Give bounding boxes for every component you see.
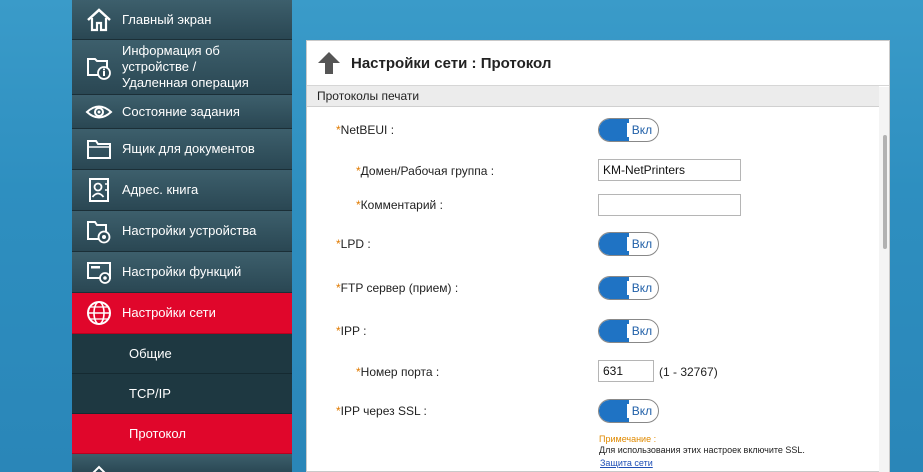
port-input[interactable]	[598, 360, 654, 382]
printer-settings-icon	[82, 259, 116, 285]
sidebar-item-document-box[interactable]: Ящик для документов	[72, 129, 292, 170]
folder-gear-icon	[82, 218, 116, 244]
sidebar-item-job-status[interactable]: Состояние задания	[72, 95, 292, 129]
sidebar-item-home[interactable]: Главный экран	[72, 0, 292, 40]
back-arrow-icon[interactable]	[315, 49, 343, 77]
toggle-state-label: Вкл	[627, 123, 657, 137]
domain-label: *Домен/Рабочая группа :	[356, 164, 495, 178]
sidebar-subitem-tcpip[interactable]: TCP/IP	[72, 374, 292, 414]
note-text: Для использования этих настроек включите…	[599, 445, 805, 455]
ipp-ssl-toggle[interactable]: Вкл	[598, 399, 659, 423]
sidebar-item-device-info[interactable]: Информация об устройстве / Удаленная опе…	[72, 40, 292, 95]
sidebar: Главный экран Информация об устройстве /…	[72, 0, 292, 472]
sidebar-subitem-general[interactable]: Общие	[72, 334, 292, 374]
netbeui-label: *NetBEUI :	[336, 123, 395, 137]
sidebar-item-label: Адрес. книга	[122, 182, 199, 197]
scrollbar[interactable]	[879, 87, 889, 472]
section-header: Протоколы печати	[307, 86, 879, 107]
sidebar-subitem-label: Протокол	[129, 426, 186, 441]
sidebar-item-security[interactable]	[72, 454, 292, 472]
netbeui-toggle[interactable]: Вкл	[598, 118, 659, 142]
sidebar-subitem-label: Общие	[129, 346, 172, 361]
sidebar-item-label: Настройки сети	[122, 305, 216, 320]
sidebar-item-label: Главный экран	[122, 11, 212, 27]
lpd-label: *LPD :	[336, 237, 371, 251]
port-label: *Номер порта :	[356, 365, 440, 379]
ftp-toggle[interactable]: Вкл	[598, 276, 659, 300]
network-security-link[interactable]: Защита сети	[600, 458, 653, 468]
sidebar-subitem-protocol[interactable]: Протокол	[72, 414, 292, 454]
sidebar-subitem-label: TCP/IP	[129, 386, 171, 401]
main-panel: Настройки сети : Протокол Протоколы печа…	[306, 40, 890, 472]
sidebar-item-label: Информация об устройстве / Удаленная опе…	[122, 43, 249, 90]
sidebar-item-device-settings[interactable]: Настройки устройства	[72, 211, 292, 252]
sidebar-item-address-book[interactable]: Адрес. книга	[72, 170, 292, 211]
folder-icon	[82, 136, 116, 162]
toggle-state-label: Вкл	[627, 404, 657, 418]
sidebar-item-label: Настройки устройства	[122, 223, 257, 238]
toggle-state-label: Вкл	[627, 324, 657, 338]
sidebar-item-network-settings[interactable]: Настройки сети	[72, 293, 292, 334]
ftp-label: *FTP сервер (прием) :	[336, 281, 459, 295]
shield-icon	[82, 458, 116, 472]
ipp-ssl-label: *IPP через SSL :	[336, 404, 427, 418]
globe-icon	[82, 300, 116, 326]
toggle-state-label: Вкл	[627, 281, 657, 295]
toggle-state-label: Вкл	[627, 237, 657, 251]
note-title: Примечание :	[599, 434, 657, 444]
sidebar-item-label: Ящик для документов	[122, 141, 255, 156]
sidebar-item-label: Состояние задания	[122, 103, 240, 119]
device-info-icon	[82, 54, 116, 80]
ipp-toggle[interactable]: Вкл	[598, 319, 659, 343]
home-icon	[82, 7, 116, 33]
address-book-icon	[82, 177, 116, 203]
port-range: (1 - 32767)	[659, 365, 718, 379]
ipp-label: *IPP :	[336, 324, 367, 338]
domain-input[interactable]	[598, 159, 741, 181]
comment-input[interactable]	[598, 194, 741, 216]
sidebar-item-label: Настройки функций	[122, 264, 242, 279]
lpd-toggle[interactable]: Вкл	[598, 232, 659, 256]
page-title: Настройки сети : Протокол	[351, 54, 552, 72]
sidebar-item-function-settings[interactable]: Настройки функций	[72, 252, 292, 293]
comment-label: *Комментарий :	[356, 198, 443, 212]
panel-header: Настройки сети : Протокол	[307, 41, 889, 86]
eye-icon	[82, 99, 116, 125]
scrollbar-thumb[interactable]	[883, 135, 887, 249]
